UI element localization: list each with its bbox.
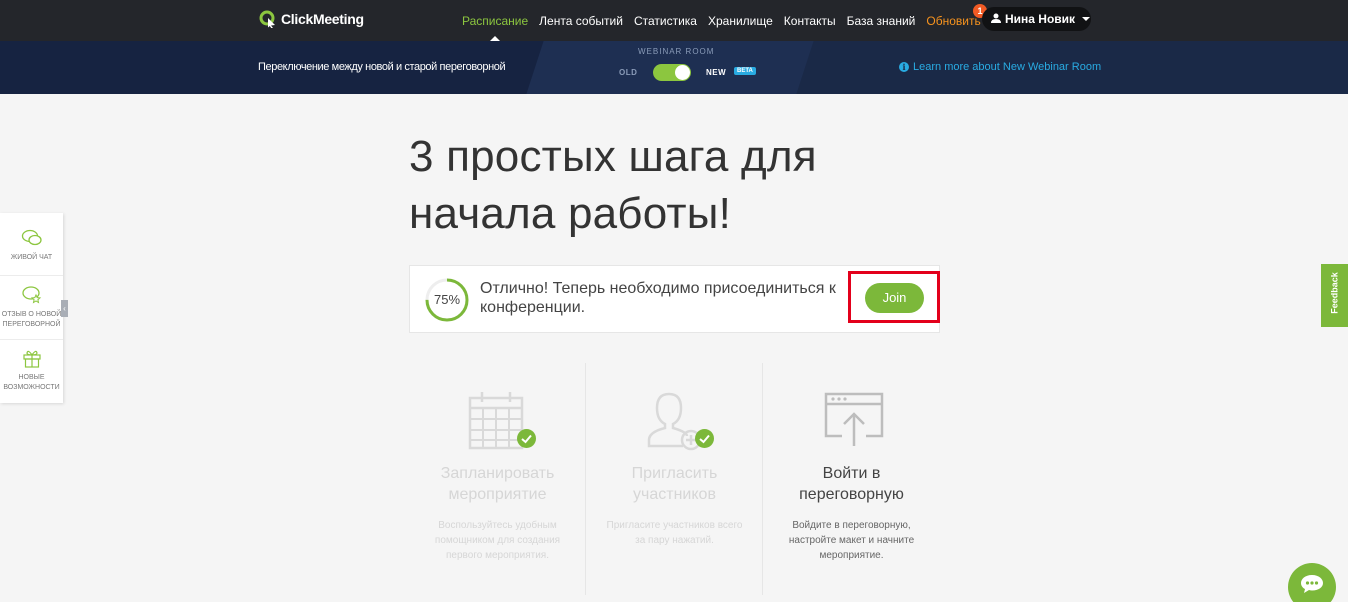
side-item-new-room-feedback[interactable]: ОТЗЫВ О НОВОЙ ПЕРЕГОВОРНОЙ bbox=[0, 285, 63, 330]
progress-message: Отлично! Теперь необходимо присоединитьс… bbox=[480, 280, 836, 316]
user-name: Нина Новик bbox=[1005, 12, 1076, 26]
live-chat-bubble-button[interactable] bbox=[1288, 563, 1336, 602]
beta-badge: BETA bbox=[734, 67, 756, 75]
onboarding-steps: Запланировать мероприятие Воспользуйтесь… bbox=[409, 363, 940, 602]
learn-more-link[interactable]: i Learn more about New Webinar Room bbox=[899, 61, 1101, 73]
step-description: Войдите в переговорную, настройте макет … bbox=[788, 520, 915, 561]
step-description: Пригласите участников всего за пару нажа… bbox=[606, 520, 743, 546]
step-schedule-event: Запланировать мероприятие Воспользуйтесь… bbox=[409, 363, 586, 602]
checkmark-icon bbox=[517, 429, 536, 448]
chat-bubble-icon bbox=[1301, 575, 1323, 593]
enter-room-icon bbox=[824, 392, 883, 446]
room-switch-description: Переключение между новой и старой перего… bbox=[258, 61, 506, 73]
page-title: 3 простых шага для начала работы! bbox=[409, 132, 817, 238]
step-description: Воспользуйтесь удобным помощником для со… bbox=[434, 520, 561, 561]
progress-percent: 75% bbox=[433, 292, 461, 307]
top-navigation-bar: ClickMeeting Расписание Лента событий Ст… bbox=[0, 0, 1348, 41]
side-item-new-features[interactable]: НОВЫЕ ВОЗМОЖНОСТИ bbox=[0, 348, 63, 393]
webinar-room-label: WEBINAR ROOM bbox=[638, 47, 715, 56]
side-divider bbox=[0, 339, 63, 340]
logo-mark-icon bbox=[259, 10, 277, 29]
clickmeeting-logo[interactable]: ClickMeeting bbox=[259, 8, 364, 30]
toggle-knob bbox=[675, 65, 690, 80]
learn-more-text: Learn more about New Webinar Room bbox=[913, 61, 1102, 73]
info-icon: i bbox=[899, 62, 909, 72]
logo-text: ClickMeeting bbox=[281, 11, 364, 27]
nav-item-contacts[interactable]: Контакты bbox=[784, 14, 836, 28]
side-item-label: НОВЫЕ ВОЗМОЖНОСТИ bbox=[3, 374, 60, 391]
main-nav: Расписание Лента событий Статистика Хран… bbox=[462, 0, 992, 41]
step-invite-participants: Пригласить участников Пригласите участни… bbox=[586, 363, 763, 602]
step-enter-room: Войти в переговорную Войдите в переговор… bbox=[763, 363, 940, 602]
nav-item-statistics[interactable]: Статистика bbox=[634, 14, 697, 28]
side-item-live-chat[interactable]: ЖИВОЙ ЧАТ bbox=[0, 228, 63, 263]
nav-item-upgrade[interactable]: Обновить bbox=[926, 14, 980, 28]
chat-icon bbox=[21, 229, 42, 246]
side-item-label: ОТЗЫВ О НОВОЙ ПЕРЕГОВОРНОЙ bbox=[1, 311, 62, 328]
user-icon bbox=[991, 10, 1001, 28]
room-version-toggle[interactable] bbox=[653, 64, 691, 81]
checkmark-icon bbox=[695, 429, 714, 448]
nav-item-knowledge-base[interactable]: База знаний bbox=[847, 14, 916, 28]
chevron-down-icon bbox=[1082, 17, 1091, 21]
nav-item-storage[interactable]: Хранилище bbox=[708, 14, 773, 28]
gift-icon bbox=[22, 350, 41, 368]
step-title: Запланировать мероприятие bbox=[440, 465, 555, 503]
webinar-room-banner: Переключение между новой и старой перего… bbox=[0, 41, 1348, 94]
side-help-menu: ЖИВОЙ ЧАТ ОТЗЫВ О НОВОЙ ПЕРЕГОВОРНОЙ НОВ… bbox=[0, 213, 63, 403]
join-button[interactable]: Join bbox=[865, 283, 924, 313]
nav-item-schedule[interactable]: Расписание bbox=[462, 14, 528, 41]
side-menu-collapse-button[interactable]: ‹ bbox=[61, 300, 68, 317]
feedback-tab-label: Feedback bbox=[1329, 272, 1340, 314]
user-menu-button[interactable]: Нина Новик bbox=[982, 7, 1091, 31]
step-title: Пригласить участников bbox=[631, 465, 718, 503]
feedback-star-icon bbox=[21, 286, 41, 304]
side-divider bbox=[0, 275, 63, 276]
old-room-label: OLD bbox=[619, 68, 638, 77]
step-title: Войти в переговорную bbox=[799, 465, 904, 503]
feedback-tab[interactable]: Feedback bbox=[1321, 264, 1348, 327]
nav-item-events-feed[interactable]: Лента событий bbox=[539, 14, 623, 28]
new-room-label: NEW bbox=[706, 68, 727, 77]
side-item-label: ЖИВОЙ ЧАТ bbox=[10, 254, 53, 261]
